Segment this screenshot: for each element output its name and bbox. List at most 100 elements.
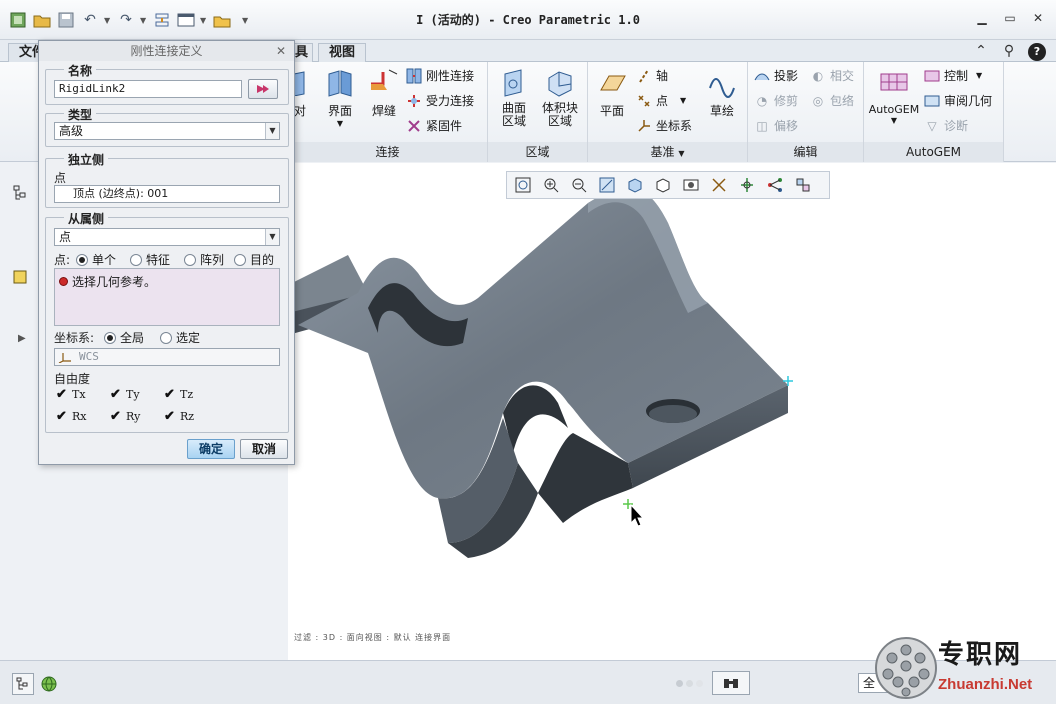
- graphics-viewport[interactable]: [288, 163, 1056, 660]
- tree-toggle-icon[interactable]: [12, 673, 34, 695]
- ribbon-group-connect: 对 界面 ▼ 焊缝 刚性连接 受力连接 紧固件 连接: [288, 62, 488, 162]
- window-controls: ▁ ▭ ✕: [974, 10, 1046, 26]
- repaint-icon[interactable]: [593, 173, 620, 197]
- rigid-link-button[interactable]: 刚性连接: [406, 66, 474, 86]
- checkbox-rz-checkmark-icon: ✔: [164, 408, 175, 424]
- volume-region-button[interactable]: 体积块 区域: [536, 68, 584, 128]
- radio-feature[interactable]: 特征: [130, 251, 170, 268]
- point-button[interactable]: 点 ▼: [636, 91, 686, 111]
- intersect-button[interactable]: ◐ 相交: [810, 66, 854, 86]
- maximize-icon[interactable]: ▭: [1002, 10, 1018, 26]
- expand-icon[interactable]: ▶: [18, 333, 26, 344]
- independent-side-label: 独立侧: [64, 151, 109, 168]
- trim-button[interactable]: ◔ 修剪: [754, 91, 798, 111]
- reference-collector[interactable]: 选择几何参考。: [54, 268, 280, 326]
- zoom-in-icon[interactable]: [537, 173, 564, 197]
- checkbox-tx-checkmark-icon: ✔: [56, 386, 67, 402]
- checkbox-tx[interactable]: ✔ Tx: [56, 386, 86, 402]
- browser-toggle-icon[interactable]: [38, 673, 60, 695]
- csys-button[interactable]: 坐标系: [636, 116, 692, 136]
- control-button[interactable]: 控制 ▼: [924, 66, 982, 86]
- collapse-ribbon-icon[interactable]: ⌃: [972, 43, 990, 61]
- dependent-side-group: 从属侧 点 ▼ 点: 单个 特征 阵列 目的 选择几何参考。 坐标系: 全局 选…: [45, 210, 289, 433]
- checkbox-ry[interactable]: ✔ Ry: [110, 410, 140, 424]
- offset-button[interactable]: ◫ 偏移: [754, 116, 798, 136]
- display-style-icon[interactable]: [621, 173, 648, 197]
- find-button[interactable]: [712, 671, 750, 695]
- checkbox-rz[interactable]: ✔ Rz: [164, 408, 194, 424]
- point-icon: [636, 93, 652, 109]
- help-icon[interactable]: ?: [1028, 43, 1046, 61]
- viewport-status-text: 过滤 : 3D : 面向视图 : 默认 连接界面: [294, 633, 452, 642]
- weld-button[interactable]: 焊缝: [364, 68, 404, 119]
- type-select[interactable]: 高级 ▼: [54, 122, 280, 140]
- radio-global[interactable]: 全局: [104, 329, 144, 346]
- datum-display-icon[interactable]: [705, 173, 732, 197]
- trim-icon: ◔: [756, 94, 768, 108]
- axis-icon: [636, 68, 652, 84]
- dependent-type-select[interactable]: 点 ▼: [54, 228, 280, 246]
- type-dropdown-icon[interactable]: ▼: [265, 123, 279, 139]
- sketch-button[interactable]: 草绘: [702, 68, 742, 119]
- name-field[interactable]: RigidLink2: [54, 80, 242, 98]
- radio-pattern[interactable]: 阵列: [184, 251, 224, 268]
- edit-group-label: 编辑: [748, 142, 863, 162]
- model-tree-icon[interactable]: [12, 185, 28, 204]
- ribbon-group-region: 曲面 区域 体积块 区域 区域: [488, 62, 588, 162]
- watermark-cn-text: 专职网: [938, 640, 1023, 670]
- progress-dots: [676, 680, 703, 687]
- datum-dropdown-icon: ▼: [678, 149, 685, 158]
- radio-selected-indicator: [160, 331, 172, 344]
- diagnose-button[interactable]: ▽ 诊断: [924, 116, 968, 136]
- minimize-icon[interactable]: ▁: [974, 10, 990, 26]
- project-button[interactable]: 投影: [754, 66, 798, 86]
- checkbox-ty[interactable]: ✔ Ty: [110, 388, 140, 402]
- radio-intent[interactable]: 目的: [234, 251, 274, 268]
- datum-group-label[interactable]: 基准 ▼: [588, 142, 747, 162]
- interface-icon: [325, 68, 355, 98]
- cancel-button[interactable]: 取消: [240, 439, 288, 459]
- spin-center-icon[interactable]: [733, 173, 760, 197]
- zoom-out-icon[interactable]: [565, 173, 592, 197]
- bracket-model[interactable]: [288, 163, 1056, 660]
- checkbox-rx-checkmark-icon: ✔: [56, 408, 67, 424]
- checkbox-rx[interactable]: ✔ Rx: [56, 408, 87, 424]
- weighted-link-icon: [406, 93, 422, 109]
- dialog-close-icon[interactable]: ✕: [276, 41, 286, 61]
- color-picker-button[interactable]: [248, 79, 278, 99]
- ok-button[interactable]: 确定: [187, 439, 235, 459]
- plane-button[interactable]: 平面: [592, 68, 632, 119]
- color-picker-icon: [257, 85, 269, 93]
- view-manager-icon[interactable]: [677, 173, 704, 197]
- type-group: 类型 高级 ▼: [45, 106, 289, 147]
- autogem-group-label: AutoGEM: [864, 142, 1003, 162]
- radio-selected[interactable]: 选定: [160, 329, 200, 346]
- wrap-button[interactable]: ◎ 包络: [810, 91, 854, 111]
- weighted-link-button[interactable]: 受力连接: [406, 91, 474, 111]
- dialog-title-bar[interactable]: 刚性连接定义 ✕: [39, 41, 294, 61]
- fastener-button[interactable]: 紧固件: [406, 116, 462, 136]
- dependent-dropdown-icon[interactable]: ▼: [265, 229, 279, 245]
- dof-label: 自由度: [54, 372, 91, 386]
- axis-button[interactable]: 轴: [636, 66, 668, 86]
- watermark: 专职网 Zhuanzhi.Net: [872, 632, 1056, 704]
- sketch-icon: [707, 68, 737, 98]
- connection-display-icon[interactable]: [761, 173, 788, 197]
- csys-icon: [58, 351, 72, 366]
- saved-views-icon[interactable]: [649, 173, 676, 197]
- independent-point-collector[interactable]: 顶点 (边终点): 001: [54, 185, 280, 203]
- refit-icon[interactable]: [509, 173, 536, 197]
- close-icon[interactable]: ✕: [1030, 10, 1046, 26]
- checkbox-tz[interactable]: ✔ Tz: [164, 388, 193, 402]
- radio-feature-indicator: [130, 253, 142, 266]
- weld-icon: [369, 68, 399, 98]
- simulation-display-icon[interactable]: [789, 173, 816, 197]
- radio-single[interactable]: 单个: [76, 251, 116, 268]
- autogem-button[interactable]: AutoGEM ▼: [868, 68, 920, 125]
- search-icon[interactable]: ⚲: [1000, 43, 1018, 61]
- interface-button[interactable]: 界面 ▼: [320, 68, 360, 128]
- tab-view[interactable]: 视图: [318, 43, 367, 62]
- part-icon[interactable]: [12, 269, 28, 288]
- review-geometry-button[interactable]: 审阅几何: [924, 91, 992, 111]
- surface-region-button[interactable]: 曲面 区域: [492, 68, 536, 128]
